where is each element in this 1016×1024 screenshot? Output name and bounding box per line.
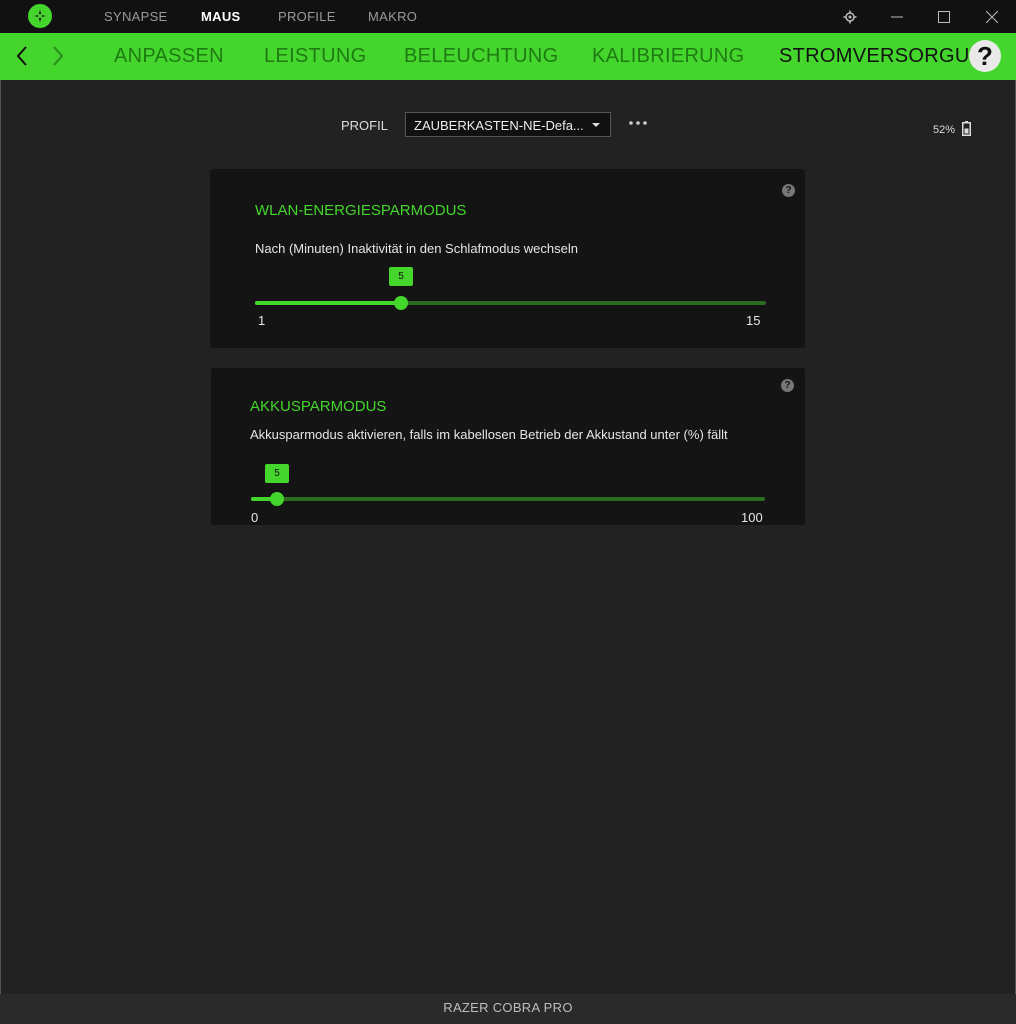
settings-button[interactable] <box>830 0 870 33</box>
wlan-slider-fill <box>255 301 401 305</box>
topnav-maus[interactable]: MAUS <box>201 0 240 33</box>
tab-stromversorgung[interactable]: STROMVERSORGUNG <box>779 33 1000 80</box>
wlan-slider-min: 1 <box>258 313 266 328</box>
tab-kalibrierung[interactable]: KALIBRIERUNG <box>592 33 745 80</box>
settings-icon <box>843 10 857 23</box>
profile-dropdown[interactable]: ZAUBERKASTEN-NE-Defa... <box>405 112 611 137</box>
wlan-slider-value: 5 <box>389 267 413 286</box>
topnav-makro[interactable]: MAKRO <box>368 0 417 33</box>
close-button[interactable] <box>972 0 1012 33</box>
profile-label: PROFIL <box>341 118 388 133</box>
akku-slider-min: 0 <box>251 510 259 525</box>
wlan-slider-thumb[interactable] <box>394 296 408 310</box>
wlan-power-saving-card: ? WLAN-ENERGIESPARMODUS Nach (Minuten) I… <box>210 169 805 348</box>
akku-slider-max: 100 <box>741 510 763 525</box>
battery-saver-card: ? AKKUSPARMODUS Akkusparmodus aktivieren… <box>211 368 805 525</box>
profile-dropdown-value: ZAUBERKASTEN-NE-Defa... <box>414 118 584 133</box>
forward-arrow-icon[interactable] <box>48 43 68 69</box>
back-arrow-icon[interactable] <box>12 43 32 69</box>
akku-help-icon[interactable]: ? <box>781 379 794 392</box>
title-bar: SYNAPSE MAUS PROFILE MAKRO <box>0 0 1016 33</box>
device-footer: RAZER COBRA PRO <box>0 994 1016 1024</box>
wlan-slider[interactable] <box>255 296 766 310</box>
battery-percent: 52% <box>933 124 956 136</box>
topnav-synapse[interactable]: SYNAPSE <box>104 0 168 33</box>
akku-title: AKKUSPARMODUS <box>250 398 387 415</box>
akku-slider-thumb[interactable] <box>270 492 284 506</box>
maximize-button[interactable] <box>924 0 964 33</box>
minimize-button[interactable] <box>877 0 917 33</box>
razer-logo-icon[interactable] <box>28 4 52 28</box>
section-nav-bar: ANPASSEN LEISTUNG BELEUCHTUNG KALIBRIERU… <box>0 33 1016 80</box>
wlan-slider-max: 15 <box>746 313 761 328</box>
close-icon <box>986 10 998 23</box>
akku-slider-value: 5 <box>265 464 289 483</box>
battery-icon <box>962 121 971 136</box>
tab-leistung[interactable]: LEISTUNG <box>264 33 366 80</box>
minimize-icon <box>891 16 903 17</box>
help-icon[interactable]: ? <box>969 40 1001 72</box>
more-options-icon[interactable] <box>628 118 648 128</box>
dropdown-caret-icon <box>592 123 600 127</box>
akku-description: Akkusparmodus aktivieren, falls im kabel… <box>250 427 728 442</box>
akku-slider[interactable] <box>251 492 765 506</box>
tab-beleuchtung[interactable]: BELEUCHTUNG <box>404 33 558 80</box>
tab-anpassen[interactable]: ANPASSEN <box>114 33 224 80</box>
wlan-description: Nach (Minuten) Inaktivität in den Schlaf… <box>255 241 578 256</box>
wlan-title: WLAN-ENERGIESPARMODUS <box>255 202 467 219</box>
topnav-profile[interactable]: PROFILE <box>278 0 336 33</box>
maximize-icon <box>938 10 950 23</box>
wlan-help-icon[interactable]: ? <box>782 184 795 197</box>
